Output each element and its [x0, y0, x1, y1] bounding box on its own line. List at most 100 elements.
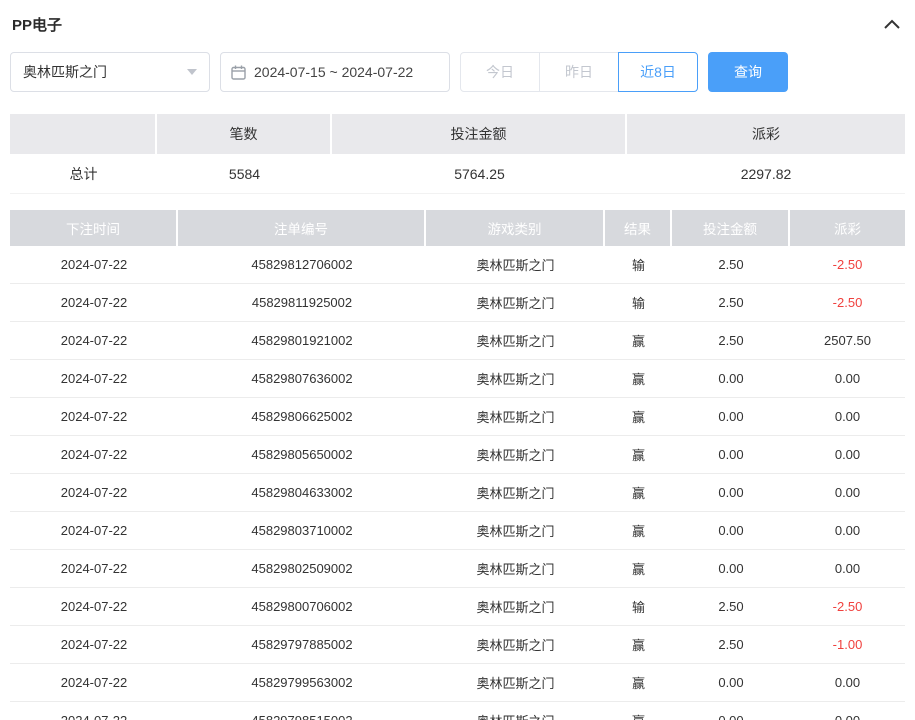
cell-game-category: 奥林匹斯之门 [426, 474, 605, 511]
cell-payout: 0.00 [790, 664, 905, 701]
query-button[interactable]: 查询 [708, 52, 788, 92]
table-row: 2024-07-2245829797885002奥林匹斯之门赢2.50-1.00 [10, 626, 905, 664]
column-header-bet-time: 下注时间 [10, 210, 178, 246]
table-row: 2024-07-2245829798515002奥林匹斯之门赢0.000.00 [10, 702, 905, 720]
cell-result: 输 [605, 246, 672, 283]
column-header-game-category: 游戏类别 [426, 210, 605, 246]
table-row: 2024-07-2245829800706002奥林匹斯之门输2.50-2.50 [10, 588, 905, 626]
cell-game-category: 奥林匹斯之门 [426, 512, 605, 549]
cell-bet-id: 45829812706002 [178, 246, 426, 283]
summary-header-payout: 派彩 [627, 114, 905, 154]
panel-header: PP电子 [10, 10, 905, 36]
cell-bet-time: 2024-07-22 [10, 626, 178, 663]
cell-bet-time: 2024-07-22 [10, 284, 178, 321]
cell-bet-id: 45829802509002 [178, 550, 426, 587]
table-row: 2024-07-2245829799563002奥林匹斯之门赢0.000.00 [10, 664, 905, 702]
cell-game-category: 奥林匹斯之门 [426, 322, 605, 359]
cell-payout: -2.50 [790, 284, 905, 321]
summary-total-label: 总计 [10, 154, 157, 194]
cell-bet-amount: 0.00 [672, 702, 790, 720]
cell-bet-amount: 0.00 [672, 436, 790, 473]
cell-bet-time: 2024-07-22 [10, 360, 178, 397]
chevron-up-icon [884, 17, 900, 32]
cell-result: 输 [605, 588, 672, 625]
cell-payout: 2507.50 [790, 322, 905, 359]
chevron-down-icon [187, 69, 197, 75]
game-select[interactable]: 奥林匹斯之门 [10, 52, 210, 92]
summary-total-payout: 2297.82 [627, 154, 905, 194]
table-row: 2024-07-2245829802509002奥林匹斯之门赢0.000.00 [10, 550, 905, 588]
cell-result: 赢 [605, 322, 672, 359]
last-8-days-button[interactable]: 近8日 [618, 52, 698, 92]
today-button[interactable]: 今日 [460, 52, 540, 92]
cell-result: 赢 [605, 626, 672, 663]
table-header-row: 下注时间 注单编号 游戏类别 结果 投注金额 派彩 [10, 210, 905, 246]
cell-bet-amount: 2.50 [672, 626, 790, 663]
cell-payout: 0.00 [790, 398, 905, 435]
cell-game-category: 奥林匹斯之门 [426, 360, 605, 397]
cell-bet-amount: 2.50 [672, 322, 790, 359]
cell-bet-id: 45829811925002 [178, 284, 426, 321]
cell-payout: 0.00 [790, 702, 905, 720]
cell-result: 输 [605, 284, 672, 321]
cell-bet-amount: 0.00 [672, 512, 790, 549]
cell-bet-id: 45829801921002 [178, 322, 426, 359]
cell-game-category: 奥林匹斯之门 [426, 436, 605, 473]
cell-bet-id: 45829806625002 [178, 398, 426, 435]
date-range-value: 2024-07-15 ~ 2024-07-22 [254, 64, 413, 80]
table-row: 2024-07-2245829807636002奥林匹斯之门赢0.000.00 [10, 360, 905, 398]
cell-bet-time: 2024-07-22 [10, 474, 178, 511]
cell-result: 赢 [605, 512, 672, 549]
cell-result: 赢 [605, 398, 672, 435]
cell-bet-id: 45829804633002 [178, 474, 426, 511]
column-header-payout: 派彩 [790, 210, 905, 246]
panel-title: PP电子 [12, 14, 62, 35]
cell-bet-amount: 2.50 [672, 284, 790, 321]
summary-header-count: 笔数 [157, 114, 332, 154]
cell-bet-id: 45829800706002 [178, 588, 426, 625]
cell-bet-time: 2024-07-22 [10, 398, 178, 435]
cell-bet-id: 45829805650002 [178, 436, 426, 473]
cell-bet-time: 2024-07-22 [10, 588, 178, 625]
cell-bet-amount: 2.50 [672, 246, 790, 283]
cell-bet-amount: 0.00 [672, 360, 790, 397]
summary-header-row: 笔数 投注金额 派彩 [10, 114, 905, 154]
cell-payout: -1.00 [790, 626, 905, 663]
cell-bet-amount: 0.00 [672, 398, 790, 435]
table-row: 2024-07-2245829805650002奥林匹斯之门赢0.000.00 [10, 436, 905, 474]
cell-result: 赢 [605, 550, 672, 587]
yesterday-button[interactable]: 昨日 [539, 52, 619, 92]
cell-result: 赢 [605, 474, 672, 511]
cell-bet-time: 2024-07-22 [10, 512, 178, 549]
cell-game-category: 奥林匹斯之门 [426, 626, 605, 663]
cell-payout: 0.00 [790, 474, 905, 511]
table-row: 2024-07-2245829801921002奥林匹斯之门赢2.502507.… [10, 322, 905, 360]
cell-result: 赢 [605, 436, 672, 473]
cell-bet-time: 2024-07-22 [10, 664, 178, 701]
date-range-input[interactable]: 2024-07-15 ~ 2024-07-22 [220, 52, 450, 92]
quick-range-group: 今日 昨日 近8日 [460, 52, 698, 92]
bet-records-table: 下注时间 注单编号 游戏类别 结果 投注金额 派彩 2024-07-224582… [10, 210, 905, 720]
cell-bet-time: 2024-07-22 [10, 550, 178, 587]
cell-payout: 0.00 [790, 550, 905, 587]
table-row: 2024-07-2245829804633002奥林匹斯之门赢0.000.00 [10, 474, 905, 512]
pp-electronic-panel: PP电子 奥林匹斯之门 2024-07-15 ~ 2024-07-22 [0, 0, 915, 720]
cell-result: 赢 [605, 664, 672, 701]
column-header-bet-id: 注单编号 [178, 210, 426, 246]
table-row: 2024-07-2245829811925002奥林匹斯之门输2.50-2.50 [10, 284, 905, 322]
calendar-icon [231, 65, 246, 80]
cell-payout: 0.00 [790, 436, 905, 473]
column-header-result: 结果 [605, 210, 672, 246]
cell-game-category: 奥林匹斯之门 [426, 664, 605, 701]
cell-bet-time: 2024-07-22 [10, 436, 178, 473]
cell-bet-amount: 0.00 [672, 664, 790, 701]
cell-game-category: 奥林匹斯之门 [426, 588, 605, 625]
collapse-panel-button[interactable] [881, 13, 903, 35]
cell-bet-id: 45829807636002 [178, 360, 426, 397]
cell-bet-id: 45829797885002 [178, 626, 426, 663]
summary-table: 笔数 投注金额 派彩 总计 5584 5764.25 2297.82 [10, 114, 905, 194]
filter-bar: 奥林匹斯之门 2024-07-15 ~ 2024-07-22 今日 昨日 近8日… [10, 52, 905, 92]
table-body: 2024-07-2245829812706002奥林匹斯之门输2.50-2.50… [10, 246, 905, 720]
cell-bet-amount: 0.00 [672, 474, 790, 511]
cell-game-category: 奥林匹斯之门 [426, 398, 605, 435]
